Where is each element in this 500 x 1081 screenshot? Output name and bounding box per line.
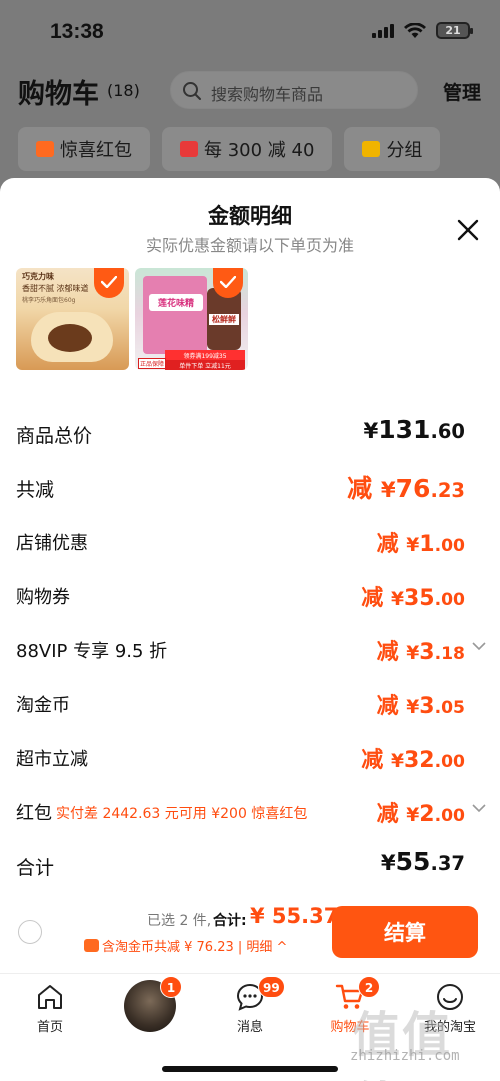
home-indicator: [162, 1066, 338, 1072]
amount-detail-sheet: 金额明细 实际优惠金额请以下单页为准 巧克力味 香甜不腻 浓郁味道 桃李巧乐角面…: [0, 178, 500, 973]
row-88vip-discount[interactable]: 88VIP 专享 9.5 折 减 ¥3.18: [0, 631, 500, 667]
discount-detail-link[interactable]: 含淘金币共减 ¥ 76.23 | 明细 ^: [84, 936, 287, 955]
search-placeholder: 搜索购物车商品: [211, 85, 324, 104]
chevron-down-icon[interactable]: [472, 641, 486, 651]
chevron-down-icon[interactable]: [472, 803, 486, 813]
row-label: 红包: [16, 803, 52, 824]
total-label: 合计:: [213, 913, 247, 929]
tab-badge: 99: [258, 976, 285, 998]
row-total-discount: 共减 减 ¥76.23: [0, 469, 500, 505]
tab-label: 消息: [236, 1020, 263, 1035]
total-value: ¥ 55.37: [250, 904, 339, 928]
wifi-icon: [404, 22, 426, 38]
watermark-logo: 值值值: [352, 1007, 453, 1081]
product-line: 桃李巧乐角面包60g: [22, 297, 76, 304]
row-value: 减 ¥2.00: [376, 802, 465, 827]
selected-check-icon: [94, 268, 124, 298]
cart-header: 购物车 (18) 搜索购物车商品 管理: [0, 66, 500, 114]
row-label: 合计: [16, 857, 55, 879]
selected-count: 已选 2 件,: [147, 913, 212, 929]
coupon-icon: [180, 141, 198, 157]
product-thumbnail-seasoning[interactable]: 莲花味精 松鲜鲜 领券满199减35 单件下单 立减11元 正品保障: [135, 268, 248, 370]
tab-avatar[interactable]: 1: [100, 974, 200, 1044]
genuine-badge: 正品保障: [138, 358, 167, 369]
cart-count: (18): [107, 81, 140, 100]
home-icon: [38, 985, 62, 1009]
selected-check-icon: [213, 268, 243, 298]
row-value: 减 ¥3.05: [376, 694, 465, 719]
sheet-title: 金额明细: [208, 204, 292, 228]
row-supermarket-discount: 超市立减 减 ¥32.00: [0, 739, 500, 775]
tab-home[interactable]: 首页: [0, 974, 100, 1044]
battery-icon: 21: [436, 22, 473, 39]
row-value: ¥131.60: [363, 415, 465, 444]
row-shopping-voucher: 购物券 减 ¥35.00: [0, 577, 500, 613]
chip-label: 惊喜红包: [60, 140, 132, 161]
row-taojinbi: 淘金币 减 ¥3.05: [0, 685, 500, 721]
tab-messages[interactable]: 99 消息: [200, 974, 300, 1044]
row-value: 减 ¥1.00: [376, 532, 465, 557]
chip-label: 分组: [386, 140, 423, 161]
close-icon[interactable]: [456, 218, 480, 242]
row-label: 超市立减: [16, 749, 88, 770]
discount-text: 含淘金币共减 ¥ 76.23 | 明细 ^: [102, 940, 288, 955]
select-all-radio[interactable]: [18, 920, 42, 944]
page-title: 购物车: [18, 79, 99, 110]
cart-page-background: 13:38 21 购物车 (18) 搜索购物车商品 管理 惊喜红包 每 300 …: [0, 0, 500, 180]
row-value: 减 ¥3.18: [376, 640, 465, 665]
search-icon: [183, 82, 201, 100]
status-icons: 21: [372, 22, 473, 39]
row-red-envelope[interactable]: 红包 实付差 2442.63 元可用 ¥200 惊喜红包 减 ¥2.00: [0, 793, 500, 829]
watermark-url: zhizhizhi.com: [350, 1048, 460, 1064]
row-label: 商品总价: [16, 425, 93, 447]
chip-coupon[interactable]: 每 300 减 40: [162, 127, 333, 171]
product-thumbnail-bread[interactable]: 巧克力味 香甜不腻 浓郁味道 桃李巧乐角面包60g: [16, 268, 129, 370]
red-envelope-icon: [36, 141, 54, 157]
chocolate-filling: [48, 324, 92, 352]
tab-label: 首页: [36, 1020, 63, 1035]
discount-badge: 单件下单 立减11元: [165, 360, 245, 370]
row-value: 减 ¥32.00: [361, 748, 465, 773]
folder-icon: [362, 141, 381, 157]
row-label: 淘金币: [16, 695, 70, 716]
manage-button[interactable]: 管理: [443, 78, 481, 105]
chip-label: 每 300 减 40: [204, 140, 315, 161]
seasoning-pack-image: [143, 276, 207, 354]
chip-group[interactable]: 分组: [344, 127, 441, 171]
tab-badge: 1: [160, 976, 182, 998]
row-grand-total: 合计 ¥55.37: [0, 847, 500, 883]
checkout-bar: 已选 2 件, 合计: ¥ 55.37 含淘金币共减 ¥ 76.23 | 明细 …: [0, 890, 500, 972]
red-envelope-hint: 实付差 2442.63 元可用 ¥200 惊喜红包: [56, 806, 308, 822]
row-value: 减 ¥76.23: [347, 474, 465, 503]
row-shop-discount: 店铺优惠 减 ¥1.00: [0, 523, 500, 559]
coin-icon: [84, 939, 99, 952]
row-value: 减 ¥35.00: [361, 586, 465, 611]
row-label: 店铺优惠: [16, 533, 88, 554]
status-time: 13:38: [50, 20, 104, 43]
product-line: 巧克力味: [22, 272, 54, 281]
row-value: ¥55.37: [380, 847, 465, 876]
row-label: 共减: [16, 479, 55, 501]
filter-chips: 惊喜红包 每 300 减 40 分组: [18, 127, 441, 171]
jar-label: 松鲜鲜: [209, 314, 239, 325]
checkout-button[interactable]: 结算: [332, 906, 478, 958]
row-label: 购物券: [16, 587, 70, 608]
chip-red-envelope[interactable]: 惊喜红包: [18, 127, 150, 171]
row-goods-total: 商品总价 ¥131.60: [0, 415, 500, 451]
product-name: 莲花味精: [149, 294, 203, 311]
search-input[interactable]: 搜索购物车商品: [170, 71, 418, 109]
signal-icon: [372, 23, 394, 38]
product-line: 香甜不腻 浓郁味道: [22, 284, 89, 293]
status-bar: 13:38 21: [0, 0, 500, 60]
sheet-subtitle: 实际优惠金额请以下单页为准: [145, 236, 354, 255]
row-label: 88VIP 专享 9.5 折: [16, 641, 168, 662]
